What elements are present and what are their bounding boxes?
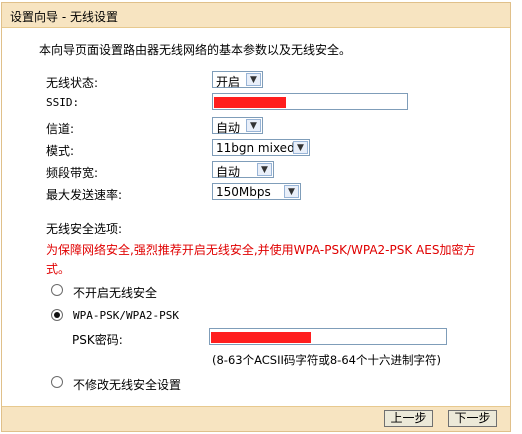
chevron-down-icon: ▼ — [246, 119, 261, 132]
max-rate-label: 最大发送速率: — [46, 188, 123, 202]
psk-password-input[interactable] — [209, 328, 447, 345]
page-title: 设置向导 - 无线设置 — [10, 10, 118, 24]
max-rate-select[interactable]: 150Mbps ▼ — [212, 183, 301, 200]
bandwidth-value: 自动 — [216, 165, 241, 179]
ssid-redaction — [214, 97, 286, 108]
prev-button[interactable]: 上一步 — [384, 410, 433, 427]
security-heading: 无线安全选项: — [46, 222, 123, 236]
radio-keep-security-label: 不修改无线安全设置 — [73, 378, 182, 392]
radio-no-security[interactable] — [51, 284, 63, 296]
max-rate-value: 150Mbps — [216, 185, 271, 199]
bandwidth-select[interactable]: 自动 ▼ — [212, 161, 274, 179]
radio-no-security-label: 不开启无线安全 — [73, 286, 158, 300]
bandwidth-label: 频段带宽: — [46, 166, 99, 180]
ssid-input[interactable] — [212, 93, 408, 110]
chevron-down-icon: ▼ — [257, 163, 272, 176]
intro-text: 本向导页面设置路由器无线网络的基本参数以及无线安全。 — [39, 43, 352, 57]
psk-hint: (8-63个ACSII码字符或8-64个十六进制字符) — [212, 353, 441, 367]
chevron-down-icon: ▼ — [284, 185, 299, 198]
channel-label: 信道: — [46, 122, 75, 136]
chevron-down-icon: ▼ — [293, 141, 308, 154]
channel-value: 自动 — [216, 121, 241, 135]
footer-bar: 上一步 下一步 — [2, 406, 510, 431]
radio-keep-security[interactable] — [51, 376, 63, 388]
title-bar: 设置向导 - 无线设置 — [2, 3, 510, 28]
wireless-status-label: 无线状态: — [46, 76, 99, 90]
psk-label: PSK密码: — [72, 333, 123, 347]
radio-wpa-psk[interactable] — [51, 309, 63, 321]
ssid-label: SSID: — [46, 96, 80, 109]
security-warning-line2: 式。 — [46, 262, 71, 276]
chevron-down-icon: ▼ — [246, 73, 261, 86]
next-button[interactable]: 下一步 — [448, 410, 497, 427]
wizard-panel: 设置向导 - 无线设置 本向导页面设置路由器无线网络的基本参数以及无线安全。 无… — [1, 2, 511, 432]
security-warning-line1: 为保障网络安全,强烈推荐开启无线安全,并使用WPA-PSK/WPA2-PSK A… — [46, 243, 476, 257]
radio-wpa-psk-label: WPA-PSK/WPA2-PSK — [73, 309, 179, 322]
psk-redaction — [211, 332, 311, 343]
mode-select[interactable]: 11bgn mixed ▼ — [212, 139, 310, 156]
wireless-status-value: 开启 — [216, 75, 241, 89]
channel-select[interactable]: 自动 ▼ — [212, 117, 263, 135]
mode-value: 11bgn mixed — [216, 141, 295, 155]
wireless-status-select[interactable]: 开启 ▼ — [212, 71, 263, 89]
mode-label: 模式: — [46, 144, 75, 158]
